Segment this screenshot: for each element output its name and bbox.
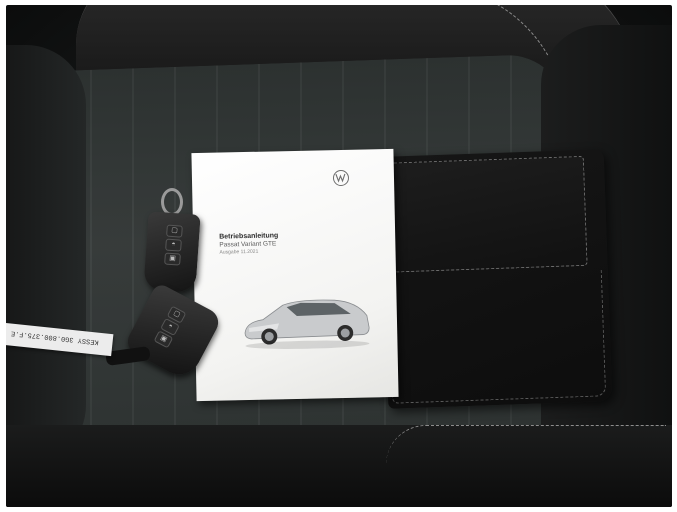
owner-manual: Betriebsanleitung Passat Variant GTE Aus… — [191, 148, 399, 402]
lock-button-icon: ▣ — [164, 252, 181, 266]
unlock-button-icon: ▢ — [166, 224, 183, 238]
wallet-flap — [389, 155, 588, 273]
car-key-fob: ▢ ◓ ▣ — [143, 211, 201, 293]
manual-model: Passat Variant GTE — [219, 240, 277, 249]
key-tag-text: KESSY 3G0.800.375.F.E — [10, 328, 100, 346]
photo: Betriebsanleitung Passat Variant GTE Aus… — [6, 5, 672, 507]
seat-edge-stitching — [386, 425, 666, 506]
trunk-button-icon: ◓ — [165, 238, 182, 252]
leather-wallet — [379, 149, 613, 409]
manual-title: Betriebsanleitung — [219, 232, 279, 241]
wallet-stitching — [387, 269, 607, 404]
vw-logo-icon — [332, 169, 350, 187]
car-illustration — [244, 299, 370, 349]
manual-edition: Ausgabe 11.2021 — [219, 248, 259, 256]
seat-bolster-left — [6, 45, 86, 465]
